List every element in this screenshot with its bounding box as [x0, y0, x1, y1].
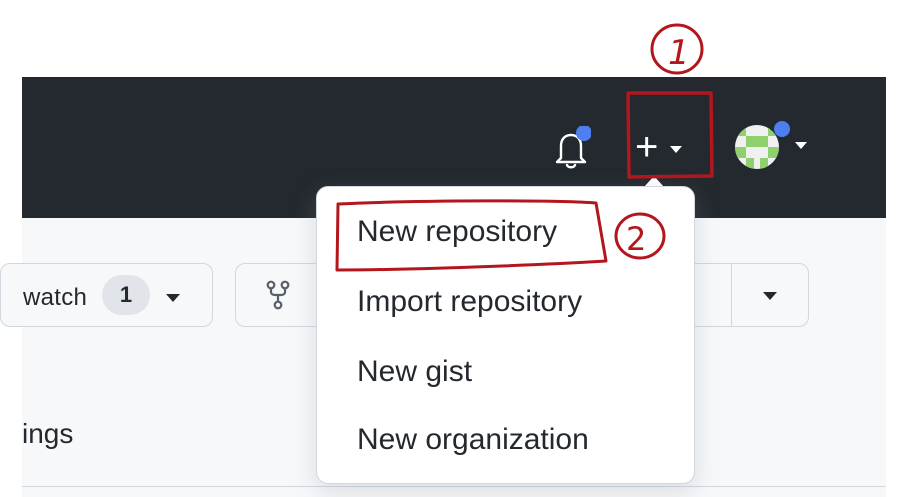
repo-forked-icon	[266, 280, 290, 310]
chevron-down-icon	[795, 142, 807, 149]
watch-count-badge: 1	[102, 275, 150, 315]
chevron-down-icon	[670, 145, 683, 153]
step-1-number: 1	[668, 33, 690, 73]
menu-item-import-repository[interactable]: Import repository	[357, 285, 582, 319]
bell-icon	[555, 125, 592, 169]
chevron-down-icon	[763, 292, 777, 300]
user-avatar[interactable]	[732, 116, 812, 172]
menu-item-new-organization[interactable]: New organization	[357, 423, 589, 457]
button-divider	[731, 264, 732, 326]
menu-item-new-repository[interactable]: New repository	[357, 215, 557, 249]
notification-dot	[774, 121, 790, 137]
plus-icon: +	[635, 125, 659, 169]
menu-item-new-gist[interactable]: New gist	[357, 355, 472, 389]
chevron-down-icon	[166, 294, 180, 302]
create-new-menu: New repository Import repository New gis…	[316, 186, 695, 484]
watch-label: watch	[23, 284, 88, 311]
watch-button[interactable]: watch 1	[0, 263, 213, 327]
create-new-button[interactable]: +	[631, 122, 701, 172]
notifications-bell-icon[interactable]	[551, 125, 592, 170]
tab-settings[interactable]: ings	[22, 418, 73, 450]
identicon-avatar-icon	[735, 121, 807, 169]
repo-nav-bottom	[22, 486, 886, 497]
step-1-circle	[650, 23, 704, 75]
